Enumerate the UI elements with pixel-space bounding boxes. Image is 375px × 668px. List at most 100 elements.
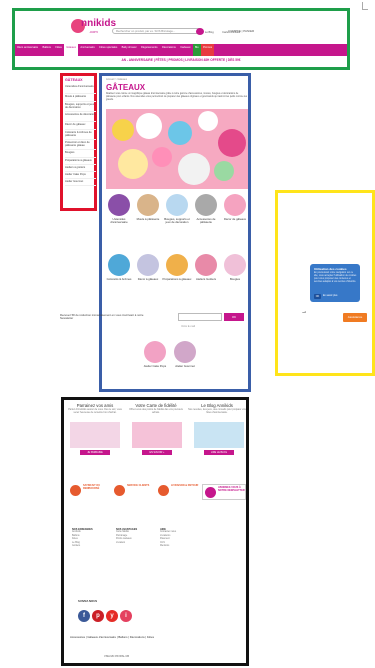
newsletter-text: Recevez 5€ de réduction immédiatement en…: [60, 313, 144, 321]
footer-link[interactable]: Goûters: [72, 545, 106, 549]
facebook-icon[interactable]: f: [78, 610, 90, 622]
account-cart-link[interactable]: COMPTE | PANIER: [228, 29, 254, 33]
refund-icon: [70, 485, 81, 496]
category-image: [224, 254, 246, 276]
instagram-icon[interactable]: i: [120, 610, 132, 622]
footer-bottom-links[interactable]: Accessoires | Gâteaux d'anniversaire | B…: [70, 636, 246, 639]
parrainer-button[interactable]: JE PARRAINE: [80, 450, 110, 455]
search-input[interactable]: Rechercher un produit, par ex. SOS Brico…: [112, 28, 202, 34]
sidebar-divider: [65, 185, 96, 187]
footer-links-avantages: NOS AVANTAGES Carte fidélité Parrainage …: [116, 528, 150, 545]
logo-domain: .com: [89, 29, 98, 34]
footer-fidelite-image: [132, 422, 182, 448]
category-image: [137, 194, 159, 216]
category-card[interactable]: Ateliers Goûters: [191, 254, 221, 281]
page-title: GÂTEAUX: [106, 83, 146, 92]
nav-item-2[interactable]: Fêtes: [53, 44, 64, 56]
sidebar-divider: [65, 111, 96, 112]
top-links: Livraison 48h Le Blog Cartes Annikids CO…: [181, 20, 256, 52]
cookie-ok-button[interactable]: OK: [314, 294, 321, 299]
top-link-blog[interactable]: Le Blog: [205, 31, 214, 34]
cookie-more-link[interactable]: En savoir plus: [323, 294, 347, 299]
sidebar-divider: [65, 171, 96, 172]
category-card[interactable]: Ustensiles d'anniversaire: [104, 194, 134, 225]
nav-item-5[interactable]: Fêtes spéciales: [97, 44, 119, 56]
category-card[interactable]: Moule à pâtisserie: [133, 194, 163, 221]
category-image: [108, 194, 130, 216]
category-card[interactable]: Décor à gâteaux: [133, 254, 163, 281]
category-image: [174, 341, 196, 363]
nav-item-11[interactable]: Promos: [200, 44, 215, 56]
newsletter-bar: Recevez 5€ de réduction immédiatement en…: [60, 312, 244, 328]
category-label: Bougies, supports et jeux de décoration: [164, 217, 190, 225]
search-icon[interactable]: [196, 27, 204, 35]
delivery-icon: [158, 485, 169, 496]
footer-links-enseignes: NOS ENSEIGNES Annikids Ballons Fêtes Le …: [72, 528, 106, 549]
footer-col-sub: Parlez d'Annikids autour de vous. Dès le…: [68, 408, 122, 414]
nav-item-4[interactable]: Anniversaire: [78, 44, 97, 56]
category-card[interactable]: Bougies: [220, 254, 250, 281]
adv-label: SATISFAIT OU REMBOURSÉ: [83, 484, 101, 491]
category-card[interactable]: Atelier Gourmet: [170, 341, 200, 368]
blog-button[interactable]: LIRE LE BLOG: [204, 450, 234, 455]
sidebar-item[interactable]: Présentoir et déco de pâtisserie gâteau: [65, 141, 96, 147]
sidebar-divider: [65, 156, 96, 158]
nav-item-10[interactable]: Bio: [192, 44, 201, 56]
newsletter-ok-button[interactable]: OK: [224, 313, 244, 321]
category-label: Décor à gâteaux: [137, 277, 159, 281]
footer-link[interactable]: Mentions: [160, 545, 194, 549]
breadcrumb[interactable]: Accueil > Gâteaux: [106, 78, 127, 81]
site-header: nnikids .com Livraison 48h Le Blog Carte…: [12, 8, 350, 70]
newsletter-email-input[interactable]: Votre E-mail: [178, 313, 222, 328]
sidebar-item[interactable]: Bougies, supports et jeux de décoration: [65, 103, 96, 109]
adv-label: ABONNEZ-VOUS À NOTRE NEWSLETTER: [218, 486, 245, 493]
category-card[interactable]: Atelier Cake Pops: [140, 341, 170, 368]
sidebar-item[interactable]: Atelier Gourmet: [65, 180, 96, 183]
assistance-button[interactable]: Assistance: [343, 313, 367, 322]
nav-item-1[interactable]: Ballons: [40, 44, 53, 56]
footer-col-sub: Nos recettes, des jeux, des conseils pou…: [188, 408, 246, 414]
adv-newsletter[interactable]: ABONNEZ-VOUS À NOTRE NEWSLETTER: [202, 484, 246, 500]
nav-item-7[interactable]: Déguisements: [139, 44, 160, 56]
category-image: [224, 194, 246, 216]
sidebar-item[interactable]: Ustensiles d'anniversaire: [65, 85, 96, 88]
sidebar-item[interactable]: Décor de gâteaux: [65, 123, 96, 126]
category-card[interactable]: Accessoires de pâtisserie: [191, 194, 221, 225]
sidebar-item[interactable]: Préparations à gâteaux: [65, 159, 96, 162]
cookie-banner: Utilisation des cookies En poursuivant v…: [310, 264, 360, 302]
sidebar-item[interactable]: Bougies: [65, 151, 96, 154]
adv-label: LIVRAISON & RETOUR: [171, 484, 199, 487]
annikids-logo[interactable]: nnikids .com: [71, 15, 116, 37]
youtube-icon[interactable]: y: [106, 610, 118, 622]
nav-item-0[interactable]: Déco anniversaire: [15, 44, 40, 56]
sidebar-item[interactable]: Accessoires de décoration: [65, 113, 96, 116]
arrow-icon: ⇀: [302, 310, 307, 316]
cookie-panel: Utilisation des cookies En poursuivant v…: [275, 190, 375, 376]
category-label: Moule à pâtisserie: [136, 217, 160, 221]
sidebar-item[interactable]: Atelier Cake Pops: [65, 173, 96, 176]
category-sidebar: GÂTEAUX Ustensiles d'anniversaire Moule à…: [60, 73, 97, 211]
category-card[interactable]: Décor de gâteaux: [220, 194, 250, 221]
category-card[interactable]: Préparations à gâteaux: [162, 254, 192, 281]
nav-item-6[interactable]: Baby shower: [119, 44, 138, 56]
main-nav: Déco anniversaire Ballons Fêtes Gâteaux Anni…: [15, 44, 347, 56]
sidebar-item[interactable]: Moule à pâtisserie: [65, 95, 96, 98]
category-label: Bougies: [229, 277, 241, 281]
category-image: [137, 254, 159, 276]
footer-link[interactable]: Livraison: [116, 542, 150, 546]
sidebar-item[interactable]: Colorants & Arômes de pâtisserie: [65, 131, 96, 137]
nav-item-3[interactable]: Gâteaux: [64, 44, 79, 56]
fidelite-button[interactable]: EN SAVOIR +: [142, 450, 172, 455]
sidebar-item[interactable]: Ateliers à goûters: [65, 166, 96, 169]
promo-banner[interactable]: AN - ANNIVERSAIRE | FÊTES | PROMOS | LIV…: [15, 58, 347, 62]
category-card[interactable]: Bougies, supports et jeux de décoration: [162, 194, 192, 225]
newsletter-placeholder: Votre E-mail: [181, 325, 196, 328]
gift-icon: [205, 487, 216, 498]
adv-satisfait: SATISFAIT OU REMBOURSÉ: [70, 484, 110, 500]
category-card[interactable]: Colorants & Arômes: [104, 254, 134, 281]
site-footer: Parrainez vos amis Parlez d'Annikids aut…: [61, 397, 249, 666]
pinterest-icon[interactable]: p: [92, 610, 104, 622]
nav-item-8[interactable]: Décorations: [160, 44, 178, 56]
nav-item-9[interactable]: Cadeaux: [178, 44, 193, 56]
category-label: Atelier Cake Pops: [143, 364, 167, 368]
